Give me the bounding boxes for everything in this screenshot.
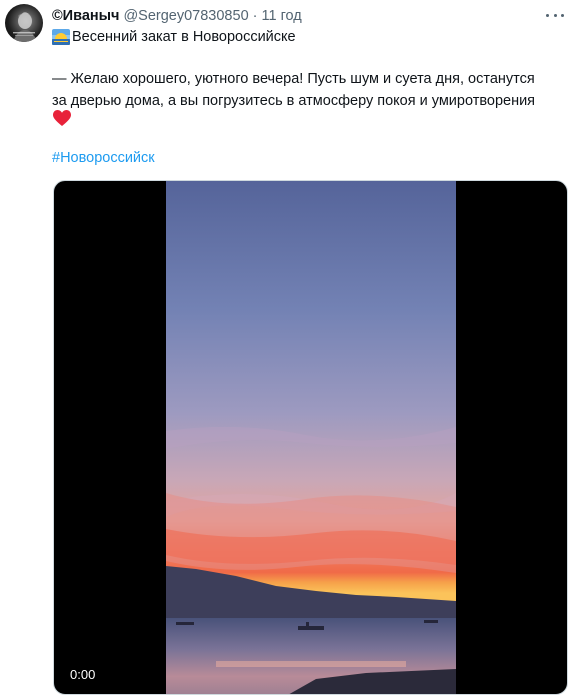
sunrise-icon [52,29,70,45]
author-handle[interactable]: @Sergey07830850 [123,8,248,24]
more-dot [546,13,549,17]
author-display-name[interactable]: ©Иваныч [52,8,119,24]
tweet-timestamp[interactable]: 11 год [261,8,301,24]
avatar-image [13,12,37,42]
tweet-body: — Желаю хорошего, уютного вечера! Пусть … [52,68,562,112]
separator-dot: · [252,8,258,24]
tweet-body-line: за дверью дома, а вы погрузитесь в атмос… [52,93,536,109]
red-heart-icon [53,110,71,126]
tweet-header: ©Иваныч @Sergey07830850 · 11 год [52,7,302,25]
video-player[interactable]: 0:00 [53,180,568,695]
more-dot [553,13,557,17]
more-options-icon[interactable] [546,9,564,21]
tweet-body-line: — Желаю хорошего, уютного вечера! Пусть … [52,71,535,87]
tweet-title-line: Весенний закат в Новороссийске [52,29,296,45]
more-dot [561,13,564,17]
avatar[interactable] [5,4,43,42]
video-time-display: 0:00 [70,667,96,682]
hashtag-link[interactable]: #Новороссийск [52,150,155,166]
tweet-title: Весенний закат в Новороссийске [72,29,296,45]
sunset-video-thumbnail [166,181,456,694]
video-frame[interactable] [166,181,456,694]
tweet: ©Иваныч @Sergey07830850 · 11 год Весенни… [0,0,576,699]
